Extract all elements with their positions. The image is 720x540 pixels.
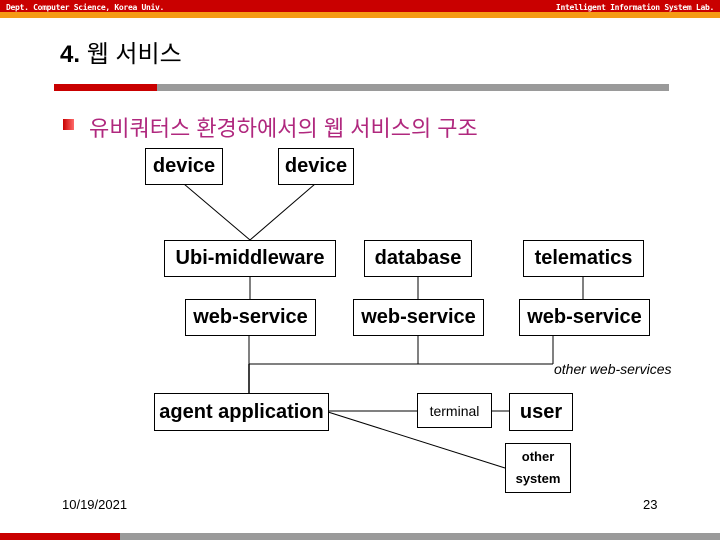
edge-device1-middleware — [183, 183, 251, 241]
node-agent-application: agent application — [154, 393, 329, 431]
node-web-service-2: web-service — [353, 299, 484, 336]
node-web-service-1: web-service — [185, 299, 316, 336]
node-telematics: telematics — [523, 240, 644, 277]
node-device-2: device — [278, 148, 354, 185]
footer-date: 10/19/2021 — [62, 497, 128, 512]
node-other-system: other system — [505, 443, 571, 493]
node-web-service-3: web-service — [519, 299, 650, 336]
edge-device2-middleware — [249, 183, 316, 241]
node-database: database — [364, 240, 472, 277]
node-terminal: terminal — [417, 393, 492, 428]
node-ubi-middleware: Ubi-middleware — [164, 240, 336, 277]
footer-bar-accent — [0, 533, 120, 540]
node-other-system-line2: system — [515, 471, 561, 486]
node-other-system-line1: other — [521, 449, 555, 464]
node-device-1: device — [145, 148, 223, 185]
node-user: user — [509, 393, 573, 431]
footer-page-number: 23 — [643, 497, 658, 512]
label-other-web-services: other web-services — [554, 361, 672, 377]
footer-bar — [120, 533, 720, 540]
